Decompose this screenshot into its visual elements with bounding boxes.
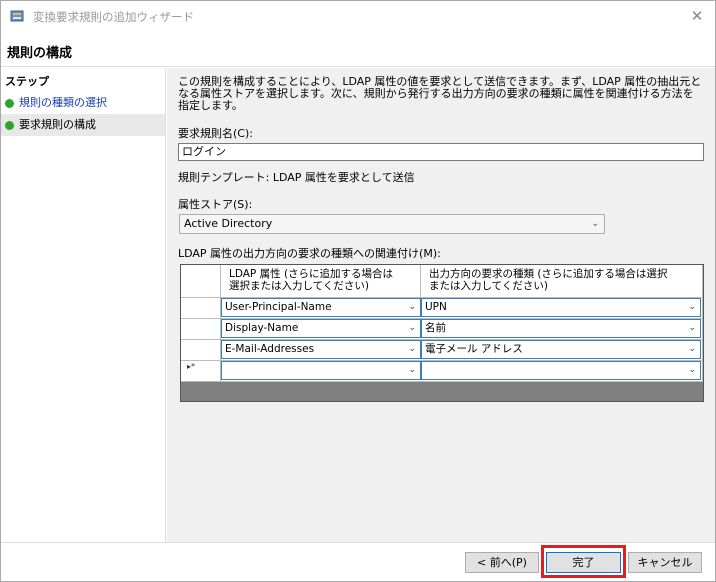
- steps-title: ステップ: [5, 75, 49, 88]
- rule-name-label: 要求規則名(C):: [178, 127, 253, 140]
- steps-sidebar: ステップ 規則の種類の選択 要求規則の構成: [1, 68, 166, 542]
- step-label: 要求規則の構成: [19, 118, 96, 131]
- main-panel: この規則を構成することにより、LDAP 属性の値を要求として送信できます。まず、…: [167, 68, 715, 542]
- chevron-down-icon: ⌄: [408, 344, 416, 354]
- title-bar: 変換要求規則の追加ウィザード ✕: [1, 1, 715, 32]
- ldap-attribute-combo[interactable]: Display-Name ⌄: [221, 319, 421, 338]
- header-line: または入力してください): [429, 280, 548, 292]
- cell-value: 名前: [425, 322, 446, 334]
- rule-name-input[interactable]: ログイン: [178, 143, 704, 161]
- new-row-marker-icon: ▸*: [187, 362, 196, 371]
- chevron-down-icon: ⌄: [408, 323, 416, 333]
- claim-type-combo[interactable]: UPN ⌄: [421, 298, 701, 317]
- step-label[interactable]: 規則の種類の選択: [19, 92, 107, 114]
- step-current-icon: [5, 120, 14, 130]
- chevron-down-icon: ⌄: [688, 323, 696, 333]
- column-header-ldap[interactable]: LDAP 属性 (さらに追加する場合は 選択または入力してください): [221, 265, 421, 298]
- back-button[interactable]: < 前へ(P): [465, 552, 539, 573]
- wizard-window: 変換要求規則の追加ウィザード ✕ 規則の構成 ステップ 規則の種類の選択 要求規…: [0, 0, 716, 582]
- template-label: 規則テンプレート: LDAP 属性を要求として送信: [178, 171, 415, 184]
- window-title: 変換要求規則の追加ウィザード: [33, 10, 194, 24]
- ldap-attribute-combo[interactable]: User-Principal-Name ⌄: [221, 298, 421, 317]
- chevron-down-icon: ⌄: [591, 219, 599, 229]
- chevron-down-icon: ⌄: [408, 302, 416, 312]
- chevron-down-icon: ⌄: [688, 365, 696, 375]
- footer-divider: [1, 542, 715, 543]
- attribute-store-label: 属性ストア(S):: [178, 198, 253, 211]
- row-header[interactable]: [181, 340, 221, 361]
- attribute-store-dropdown[interactable]: Active Directory ⌄: [179, 214, 605, 234]
- grid-corner: [181, 265, 221, 298]
- table-row: User-Principal-Name ⌄ UPN ⌄: [221, 298, 703, 319]
- close-button[interactable]: ✕: [685, 4, 709, 28]
- cancel-button[interactable]: キャンセル: [628, 552, 702, 573]
- claim-type-combo[interactable]: 電子メール アドレス ⌄: [421, 340, 701, 359]
- step-complete-icon: [5, 98, 14, 108]
- table-row: Display-Name ⌄ 名前 ⌄: [221, 319, 703, 340]
- chevron-down-icon: ⌄: [688, 344, 696, 354]
- header-line: 選択または入力してください): [229, 280, 369, 292]
- page-header: 規則の構成: [1, 32, 715, 67]
- header-line: 出力方向の要求の種類 (さらに追加する場合は選択: [429, 268, 668, 280]
- mapping-label: LDAP 属性の出力方向の要求の種類への関連付け(M):: [178, 247, 441, 260]
- row-header[interactable]: [181, 319, 221, 340]
- adfs-app-icon: [10, 10, 24, 22]
- step-configure-rule: 要求規則の構成: [1, 114, 165, 136]
- claim-type-combo[interactable]: 名前 ⌄: [421, 319, 701, 338]
- claim-type-combo[interactable]: ⌄: [421, 361, 701, 380]
- cell-value: E-Mail-Addresses: [225, 343, 315, 355]
- description-text: この規則を構成することにより、LDAP 属性の値を要求として送信できます。まず、…: [178, 75, 702, 112]
- table-row-new: ⌄ ⌄: [221, 361, 703, 382]
- chevron-down-icon: ⌄: [408, 365, 416, 375]
- row-header[interactable]: [181, 298, 221, 319]
- attribute-store-value: Active Directory: [184, 217, 273, 230]
- column-header-claim[interactable]: 出力方向の要求の種類 (さらに追加する場合は選択 または入力してください): [421, 265, 703, 298]
- cell-value: UPN: [425, 301, 447, 313]
- cell-value: 電子メール アドレス: [425, 343, 523, 355]
- ldap-attribute-combo[interactable]: E-Mail-Addresses ⌄: [221, 340, 421, 359]
- new-row-header[interactable]: ▸*: [181, 361, 221, 382]
- ldap-attribute-combo[interactable]: ⌄: [221, 361, 421, 380]
- header-line: LDAP 属性 (さらに追加する場合は: [229, 268, 394, 280]
- page-title: 規則の構成: [7, 46, 73, 61]
- chevron-down-icon: ⌄: [688, 302, 696, 312]
- mapping-grid: LDAP 属性 (さらに追加する場合は 選択または入力してください) 出力方向の…: [180, 264, 704, 402]
- step-select-rule-type[interactable]: 規則の種類の選択: [1, 92, 165, 114]
- table-row: E-Mail-Addresses ⌄ 電子メール アドレス ⌄: [221, 340, 703, 361]
- cell-value: User-Principal-Name: [225, 301, 332, 313]
- cell-value: Display-Name: [225, 322, 299, 334]
- annotation-highlight-box: [541, 545, 626, 578]
